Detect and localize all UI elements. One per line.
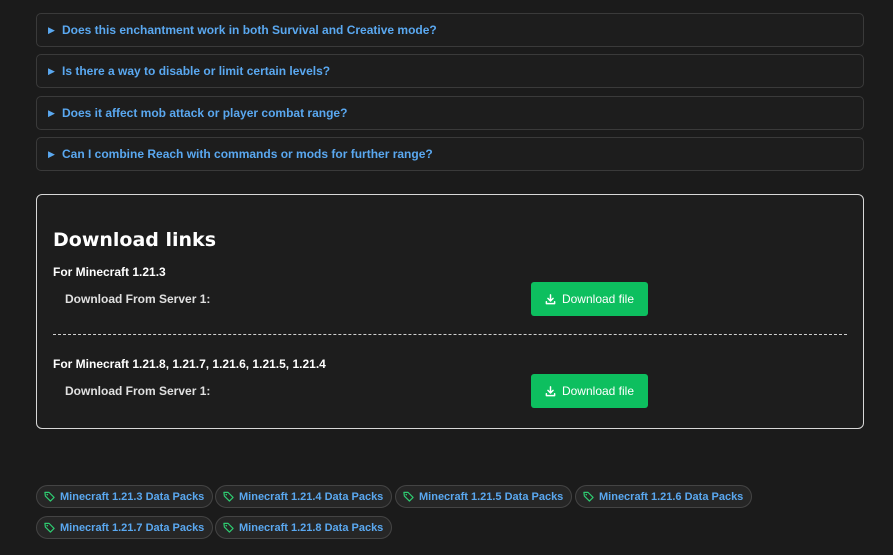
server-label: Download From Server 1: xyxy=(65,384,211,398)
tag-minecraft-1-21-6[interactable]: Minecraft 1.21.6 Data Packs xyxy=(575,485,753,508)
triangle-right-icon: ▶ xyxy=(48,148,55,159)
faq-item[interactable]: ▶ Is there a way to disable or limit cer… xyxy=(36,54,864,88)
faq-question: Is there a way to disable or limit certa… xyxy=(62,64,331,78)
tag-icon xyxy=(403,491,414,502)
tag-minecraft-1-21-3[interactable]: Minecraft 1.21.3 Data Packs xyxy=(36,485,214,508)
tag-label: Minecraft 1.21.6 Data Packs xyxy=(599,490,744,503)
download-icon xyxy=(545,385,556,396)
version-title: For Minecraft 1.21.8, 1.21.7, 1.21.6, 1.… xyxy=(53,357,326,371)
tag-minecraft-1-21-4[interactable]: Minecraft 1.21.4 Data Packs xyxy=(215,485,393,508)
faq-item[interactable]: ▶ Can I combine Reach with commands or m… xyxy=(36,137,864,171)
section-divider xyxy=(53,334,847,335)
page: ▶ Does this enchantment work in both Sur… xyxy=(0,0,893,555)
tag-label: Minecraft 1.21.3 Data Packs xyxy=(60,490,205,503)
faq-item[interactable]: ▶ Does it affect mob attack or player co… xyxy=(36,96,864,130)
tag-icon xyxy=(583,491,594,502)
faq-question: Does it affect mob attack or player comb… xyxy=(62,106,348,120)
version-title: For Minecraft 1.21.3 xyxy=(53,265,166,279)
download-icon xyxy=(545,293,556,304)
download-file-button[interactable]: Download file xyxy=(531,374,648,408)
faq-question: Does this enchantment work in both Survi… xyxy=(62,23,437,37)
download-links-title: Download links xyxy=(53,229,217,251)
tag-icon xyxy=(44,522,55,533)
download-button-label: Download file xyxy=(561,292,635,306)
triangle-right-icon: ▶ xyxy=(48,107,55,118)
triangle-right-icon: ▶ xyxy=(48,65,55,76)
triangle-right-icon: ▶ xyxy=(48,24,55,35)
tag-icon xyxy=(44,491,55,502)
tag-label: Minecraft 1.21.8 Data Packs xyxy=(239,521,384,534)
faq-item[interactable]: ▶ Does this enchantment work in both Sur… xyxy=(36,13,864,47)
download-file-button[interactable]: Download file xyxy=(531,282,648,316)
server-label: Download From Server 1: xyxy=(65,292,211,306)
faq-question: Can I combine Reach with commands or mod… xyxy=(62,147,433,161)
download-links-box: Download links For Minecraft 1.21.3 Down… xyxy=(36,194,864,429)
tag-icon xyxy=(223,491,234,502)
tag-minecraft-1-21-8[interactable]: Minecraft 1.21.8 Data Packs xyxy=(215,516,393,539)
download-button-label: Download file xyxy=(561,384,635,398)
tag-label: Minecraft 1.21.5 Data Packs xyxy=(419,490,564,503)
tag-minecraft-1-21-7[interactable]: Minecraft 1.21.7 Data Packs xyxy=(36,516,214,539)
tag-label: Minecraft 1.21.4 Data Packs xyxy=(239,490,384,503)
tag-label: Minecraft 1.21.7 Data Packs xyxy=(60,521,205,534)
tag-icon xyxy=(223,522,234,533)
tag-minecraft-1-21-5[interactable]: Minecraft 1.21.5 Data Packs xyxy=(395,485,573,508)
